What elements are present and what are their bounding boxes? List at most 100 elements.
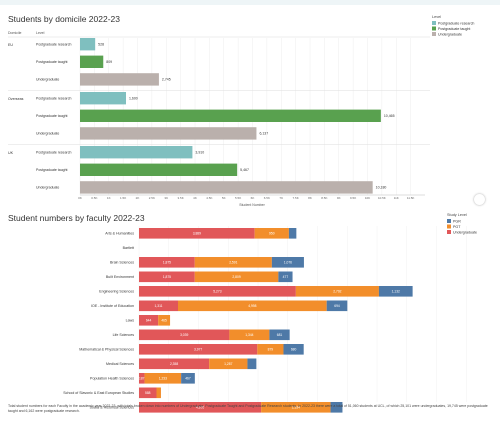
faculty-segment-label: 644 bbox=[146, 319, 152, 323]
domicile-bar bbox=[80, 55, 104, 68]
domicile-level-label: Postgraduate research bbox=[36, 43, 71, 47]
faculty-category-label: Life Sciences bbox=[113, 333, 135, 337]
domicile-x-tick: 0.5K bbox=[91, 196, 97, 200]
faculty-segment-label: 1,311 bbox=[154, 304, 162, 308]
faculty-category-label: Mathematical & Physical Sciences bbox=[79, 348, 134, 352]
domicile-x-tick: 4K bbox=[193, 196, 197, 200]
domicile-x-tick: 8K bbox=[308, 196, 312, 200]
domicile-x-tick: 5K bbox=[222, 196, 226, 200]
domicile-level-label: Undergraduate bbox=[36, 132, 59, 136]
domicile-legend-swatch bbox=[432, 26, 436, 31]
domicile-x-tick: 3.5K bbox=[178, 196, 184, 200]
domicile-legend-label: Postgraduate taught bbox=[438, 27, 470, 31]
faculty-category-label: Medical Sciences bbox=[106, 362, 134, 366]
faculty-segment-label: 467 bbox=[185, 377, 191, 381]
domicile-level-label: Postgraduate taught bbox=[36, 114, 68, 118]
domicile-value-label: 528 bbox=[98, 43, 104, 47]
domicile-value-label: 809 bbox=[106, 60, 112, 64]
domicile-bar bbox=[80, 181, 373, 194]
domicile-x-tick: 6K bbox=[251, 196, 255, 200]
faculty-segment-label: 1,076 bbox=[284, 261, 292, 265]
faculty-bar-segment bbox=[156, 387, 161, 399]
row-header-domicile: Domicile bbox=[8, 31, 21, 35]
domicile-value-label: 6,137 bbox=[259, 132, 268, 136]
faculty-category-label: Arts & Humanities bbox=[105, 232, 134, 236]
faculty-segment-label: 680 bbox=[291, 348, 297, 352]
domicile-group-label: EU bbox=[8, 43, 13, 47]
domicile-level-label: Postgraduate taught bbox=[36, 168, 68, 172]
faculty-segment-label: 5,273 bbox=[213, 290, 221, 294]
domicile-level-label: Undergraduate bbox=[36, 186, 59, 190]
faculty-legend-label: PGR bbox=[453, 220, 461, 224]
faculty-segment-label: 4,998 bbox=[248, 304, 256, 308]
faculty-segment-label: 1,287 bbox=[224, 362, 232, 366]
domicile-bar bbox=[80, 73, 159, 86]
domicile-x-axis-title: Student Number bbox=[239, 203, 265, 207]
domicile-legend-swatch bbox=[432, 32, 436, 36]
domicile-bar bbox=[80, 38, 96, 51]
domicile-x-tick: 2.5K bbox=[149, 196, 155, 200]
faculty-segment-label: 1,233 bbox=[159, 377, 167, 381]
domicile-value-label: 1,600 bbox=[129, 97, 138, 101]
domicile-legend-title: Level bbox=[432, 15, 441, 19]
domicile-x-tick: 1.5K bbox=[120, 196, 126, 200]
faculty-legend-swatch bbox=[447, 230, 451, 234]
faculty-bar-segment bbox=[288, 228, 297, 239]
domicile-x-tick: 10.5K bbox=[378, 196, 386, 200]
faculty-category-label: Brain Sciences bbox=[110, 261, 134, 265]
faculty-segment-label: 2,358 bbox=[170, 362, 178, 366]
faculty-segment-label: 3,977 bbox=[194, 348, 202, 352]
faculty-category-label: Built Environment bbox=[106, 275, 134, 279]
faculty-category-label: Bartlett bbox=[123, 246, 134, 250]
domicile-bar bbox=[80, 92, 126, 105]
domicile-x-tick: 8.5K bbox=[321, 196, 327, 200]
faculty-segment-label: 187 bbox=[139, 377, 145, 381]
domicile-legend-label: Postgraduate research bbox=[438, 22, 474, 26]
faculty-segment-label: 1,875 bbox=[163, 275, 171, 279]
domicile-value-label: 10,180 bbox=[376, 186, 387, 190]
domicile-bar bbox=[80, 109, 381, 122]
faculty-segment-label: 1,132 bbox=[392, 290, 400, 294]
faculty-category-label: School of Slavonic & East European Studi… bbox=[63, 391, 134, 395]
faculty-legend-title: Study Level bbox=[447, 213, 467, 217]
footnote-text: Total student numbers for each Faculty i… bbox=[8, 404, 488, 413]
row-header-level: Level bbox=[36, 31, 45, 35]
dashboard-page: Students by domicile 2022-23 Student num… bbox=[0, 0, 500, 423]
faculty-segment-label: 1,875 bbox=[163, 261, 171, 265]
domicile-x-tick: 7.5K bbox=[293, 196, 299, 200]
domicile-x-tick: 4.5K bbox=[206, 196, 212, 200]
domicile-bar bbox=[80, 146, 193, 159]
scroll-handle[interactable] bbox=[474, 194, 485, 205]
faculty-category-label: Laws bbox=[126, 319, 135, 323]
domicile-level-label: Postgraduate research bbox=[36, 97, 71, 101]
domicile-x-tick: 3K bbox=[164, 196, 168, 200]
domicile-bar bbox=[80, 127, 257, 140]
domicile-level-label: Postgraduate taught bbox=[36, 60, 68, 64]
faculty-segment-label: 1,344 bbox=[245, 333, 253, 337]
domicile-x-tick: 11.5K bbox=[407, 196, 415, 200]
faculty-legend-swatch bbox=[447, 224, 451, 229]
domicile-x-tick: 10K bbox=[365, 196, 370, 200]
domicile-x-tick: 0K bbox=[78, 196, 82, 200]
faculty-category-label: IOE - Institute of Education bbox=[91, 304, 134, 308]
domicile-group-label: Overseas bbox=[8, 97, 24, 101]
domicile-x-tick: 9.5K bbox=[350, 196, 356, 200]
faculty-segment-label: 2,809 bbox=[232, 275, 240, 279]
domicile-x-tick: 6.5K bbox=[264, 196, 270, 200]
domicile-x-tick: 1K bbox=[107, 196, 111, 200]
domicile-level-label: Postgraduate research bbox=[36, 151, 71, 155]
faculty-legend-label: Undergraduate bbox=[453, 231, 477, 235]
faculty-legend-swatch bbox=[447, 219, 451, 223]
domicile-value-label: 3,910 bbox=[195, 151, 204, 155]
domicile-x-tick: 11K bbox=[394, 196, 399, 200]
faculty-segment-label: 694 bbox=[334, 304, 340, 308]
faculty-segment-label: 3,889 bbox=[193, 232, 201, 236]
charts-canvas: Domicile Level 0K 0.5K 1K 1.5K 2K 2.5K 3K 3.5K 4K 4… bbox=[8, 15, 477, 413]
faculty-segment-label: 681 bbox=[277, 333, 283, 337]
domicile-value-label: 10,465 bbox=[384, 114, 395, 118]
domicile-x-tick: 7K bbox=[279, 196, 283, 200]
domicile-group-label: UK bbox=[8, 151, 14, 155]
domicile-x-tick: 9K bbox=[337, 196, 341, 200]
faculty-segment-label: 465 bbox=[161, 319, 167, 323]
domicile-legend-swatch bbox=[432, 21, 436, 25]
